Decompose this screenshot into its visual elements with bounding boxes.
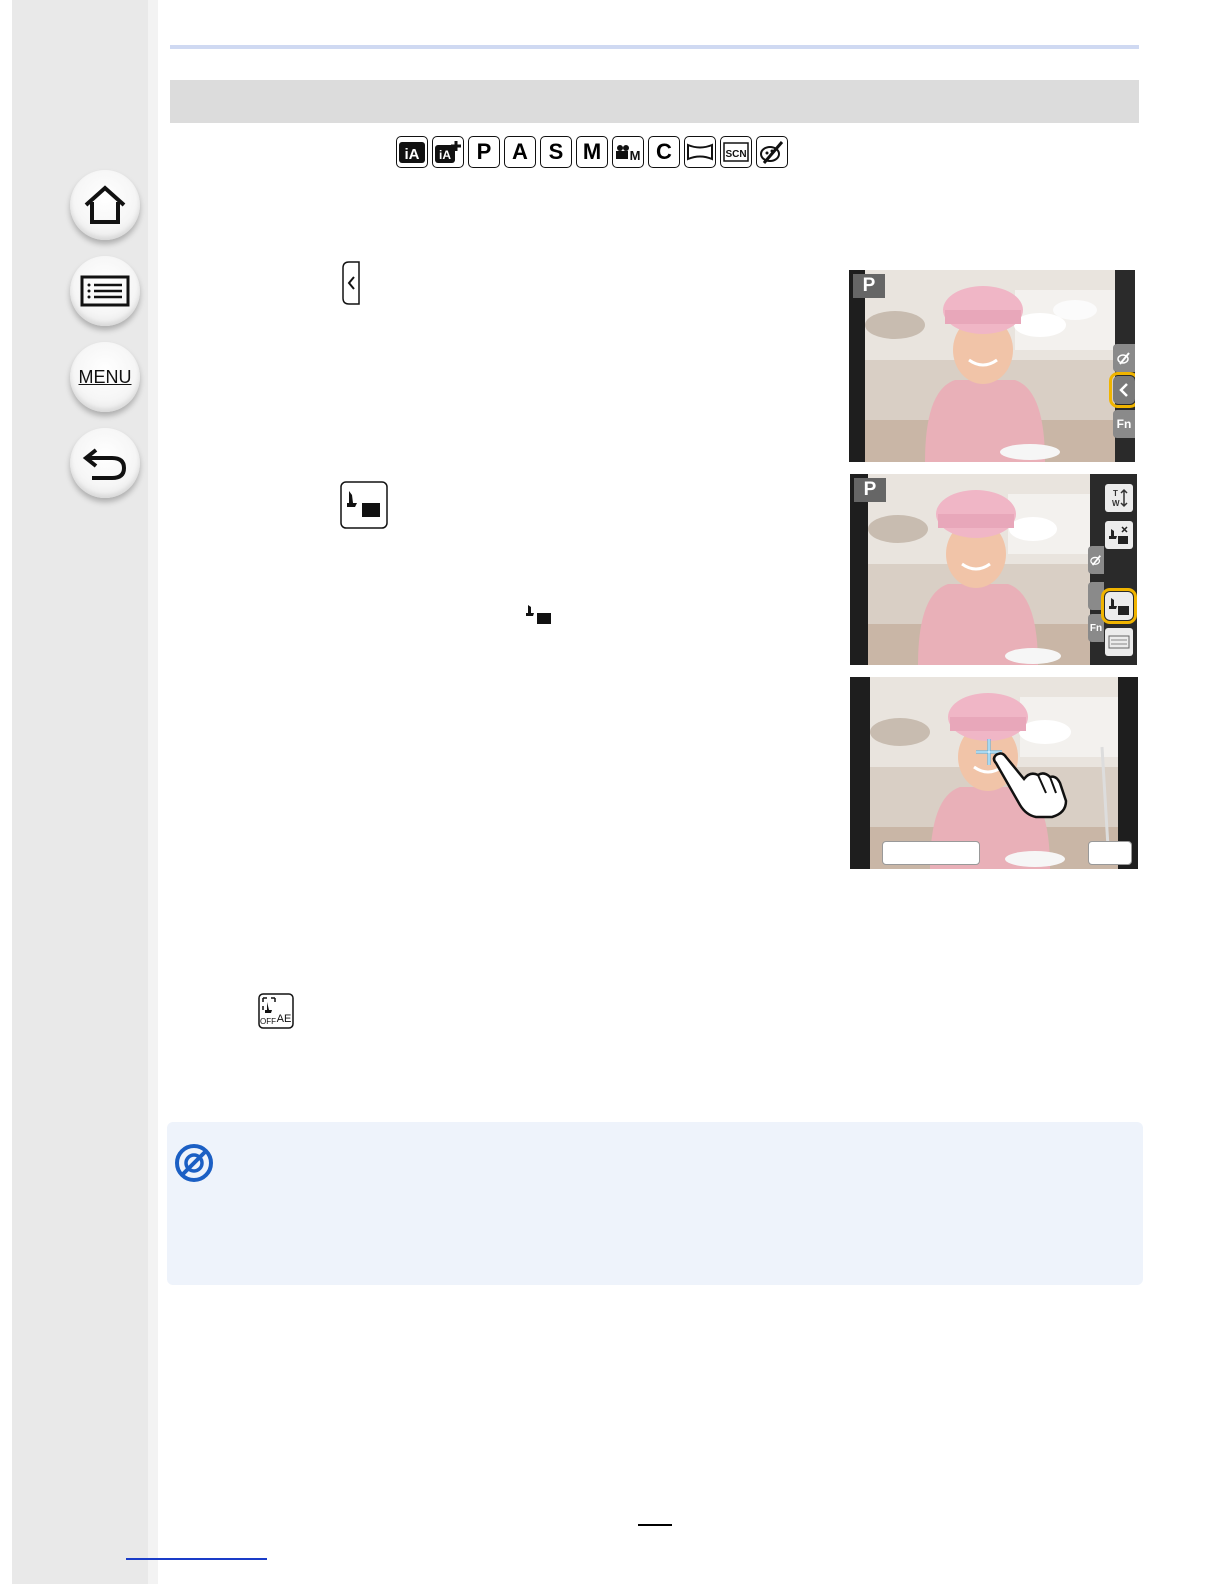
svg-text:SCN: SCN [725, 149, 746, 160]
menu-button[interactable]: MENU [70, 342, 140, 412]
svg-text:AE: AE [277, 1013, 292, 1025]
creative-video-icon: M [612, 136, 644, 168]
contents-button[interactable] [70, 256, 140, 326]
note-box [167, 1122, 1143, 1285]
mode-badge: P [854, 478, 886, 502]
creative-control-icon [756, 136, 788, 168]
touch-zoom-icon[interactable]: TW [1105, 484, 1133, 512]
touch-tab[interactable] [1088, 582, 1104, 610]
mode-badge: P [853, 274, 885, 298]
back-button[interactable] [70, 428, 140, 498]
intelligent-auto-plus-icon: iA [432, 136, 464, 168]
set-button[interactable] [1088, 841, 1132, 865]
fn-tab[interactable]: Fn [1113, 410, 1135, 438]
touch-ae-small-icon [525, 603, 553, 630]
menu-label: MENU [78, 366, 132, 387]
camera-screen-2: P Fn TW [850, 474, 1137, 665]
finger-touch-icon [992, 752, 1068, 819]
svg-text:iA: iA [439, 148, 451, 162]
touch-ae-button[interactable] [1101, 588, 1137, 624]
sidebar [12, 0, 148, 1584]
aperture-priority-icon: A [504, 136, 536, 168]
svg-text:W: W [1112, 499, 1120, 508]
scene-guide-icon: SCN [720, 136, 752, 168]
touch-tab-open[interactable] [1109, 372, 1135, 408]
touch-ae-status-bar [882, 841, 980, 865]
home-button[interactable] [70, 170, 140, 240]
no-sign-icon [175, 1144, 213, 1182]
touch-ae-icon [340, 481, 388, 534]
shutter-priority-icon: S [540, 136, 572, 168]
creative-control-tab[interactable] [1113, 344, 1135, 372]
footer-link-underline[interactable] [126, 1558, 267, 1560]
camera-screen-1: P Fn [849, 270, 1135, 462]
sidebar-edge [148, 0, 158, 1584]
touch-ae-off-icon: OFF AE [258, 993, 294, 1034]
camera-screen-3 [850, 677, 1138, 869]
panorama-icon [684, 136, 716, 168]
custom-mode-icon: C [648, 136, 680, 168]
peaking-icon[interactable] [1105, 628, 1133, 656]
program-mode-icon: P [468, 136, 500, 168]
creative-control-tab[interactable] [1088, 546, 1104, 574]
svg-text:M: M [630, 148, 641, 163]
photo-scene [868, 474, 1090, 665]
touch-shutter-icon[interactable] [1105, 521, 1133, 549]
manual-mode-icon: M [576, 136, 608, 168]
photo-scene [865, 270, 1115, 462]
top-rule [170, 45, 1139, 49]
fn-tab[interactable]: Fn [1088, 614, 1104, 642]
applicable-modes-row: iA iA P A S M M C SCN [396, 136, 788, 168]
back-arrow-icon [82, 448, 127, 480]
section-header-band [170, 80, 1139, 123]
tab-left-arrow-icon [341, 260, 361, 311]
svg-text:T: T [1113, 489, 1118, 498]
home-icon [84, 185, 126, 224]
page-number-underline [638, 1524, 672, 1526]
intelligent-auto-icon: iA [396, 136, 428, 168]
svg-text:OFF: OFF [260, 1017, 276, 1026]
svg-text:iA: iA [405, 146, 420, 163]
list-icon [80, 275, 130, 307]
